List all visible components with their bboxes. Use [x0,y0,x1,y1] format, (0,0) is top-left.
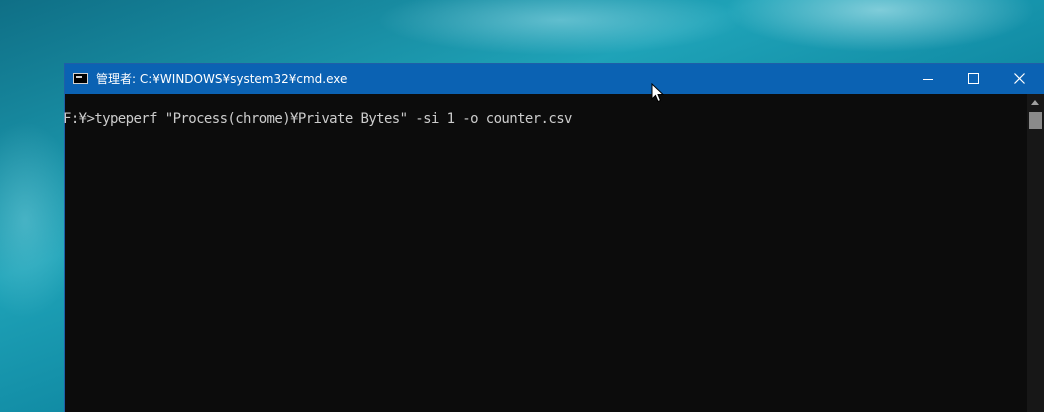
cmd-window[interactable]: 管理者: C:¥WINDOWS¥system32¥cmd.exe F:¥>typ… [63,63,1044,412]
mouse-pointer-icon [651,83,665,103]
vertical-scrollbar[interactable] [1027,94,1044,412]
close-button[interactable] [997,64,1043,94]
scroll-thumb[interactable] [1029,112,1042,129]
minimize-icon [923,79,933,80]
console-line: F:¥>typeperf "Process(chrome)¥Private By… [63,111,572,127]
desktop-background: 管理者: C:¥WINDOWS¥system32¥cmd.exe F:¥>typ… [0,0,1044,412]
close-icon [1014,73,1025,84]
minimize-button[interactable] [906,64,952,94]
maximize-button[interactable] [951,64,997,94]
title-bar[interactable]: 管理者: C:¥WINDOWS¥system32¥cmd.exe [65,64,1044,94]
console-icon[interactable] [73,73,88,84]
console-output[interactable]: F:¥>typeperf "Process(chrome)¥Private By… [63,94,1027,412]
window-title: 管理者: C:¥WINDOWS¥system32¥cmd.exe [96,72,348,86]
maximize-icon [968,73,979,84]
scroll-up-arrow-icon[interactable] [1031,100,1039,105]
